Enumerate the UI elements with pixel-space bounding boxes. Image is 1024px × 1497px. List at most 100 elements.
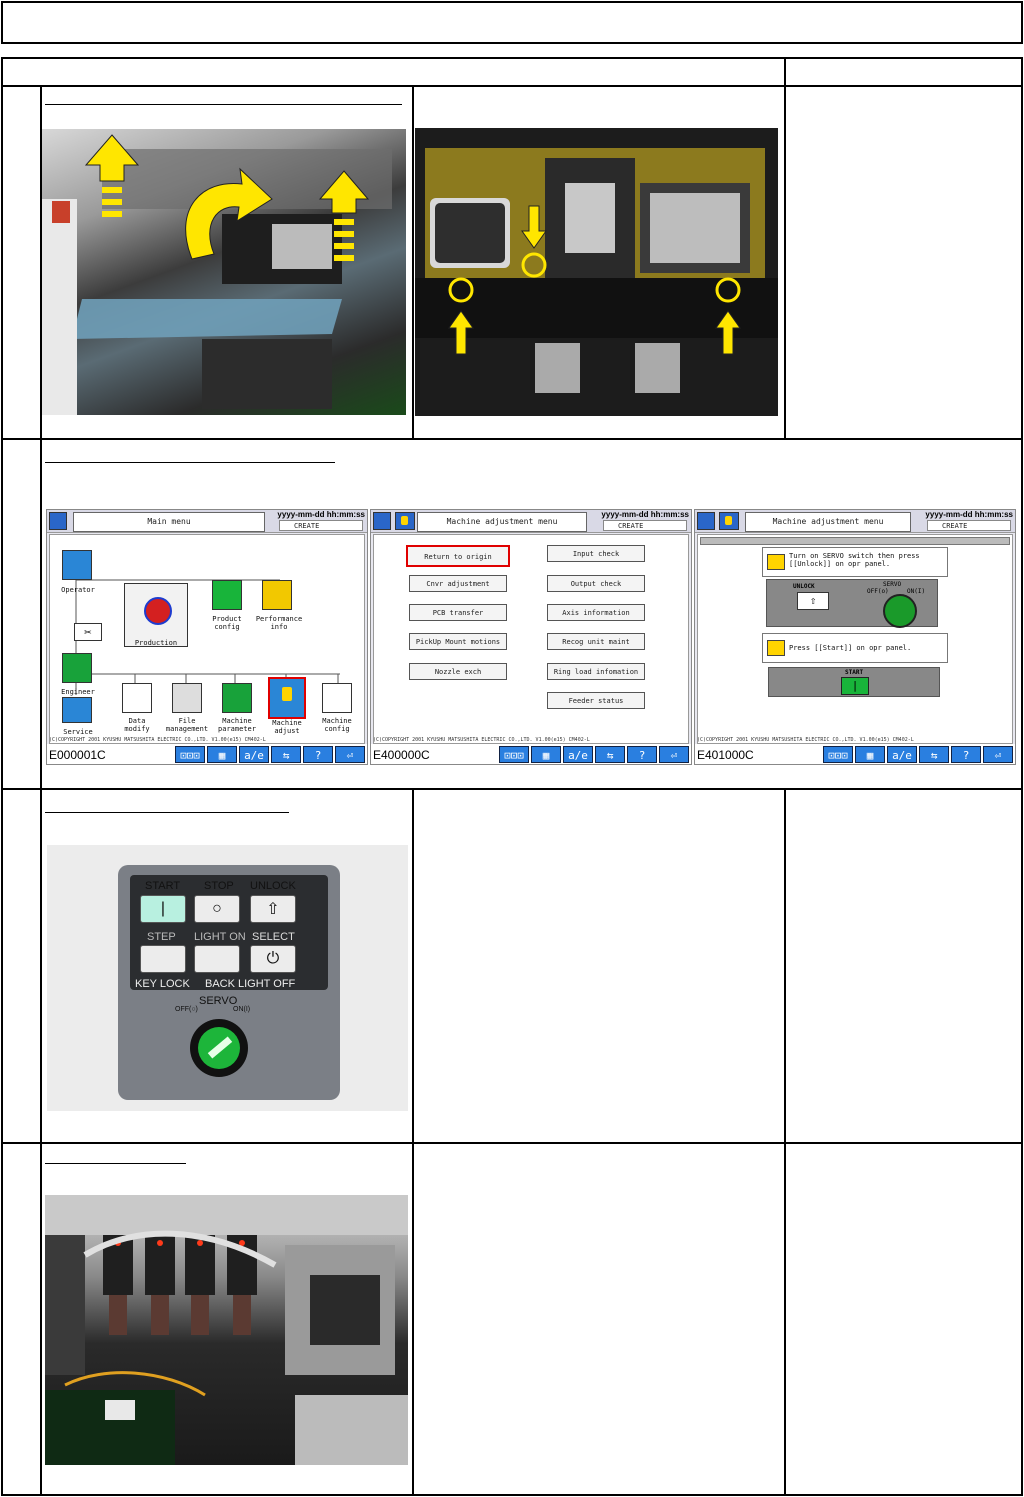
- copyright-text: (C)COPYRIGHT 2001 KYUSHU MATSUSHITA ELEC…: [373, 737, 590, 743]
- row-divider: [1, 85, 1023, 87]
- servo-instruction-text: Turn on SERVO switch then press [[Unlock…: [789, 552, 920, 568]
- start-instruction-box: Press [[Start]] on opr panel.: [762, 633, 948, 663]
- data-modify-icon[interactable]: [122, 683, 152, 713]
- light-on-key[interactable]: [194, 945, 240, 973]
- return-to-origin-button[interactable]: Return to origin: [406, 545, 510, 567]
- unlock-key-icon: ⇧: [797, 592, 829, 610]
- heading-underline: [45, 462, 335, 463]
- production-label: Production: [134, 639, 178, 647]
- fkey-5[interactable]: ?: [627, 746, 657, 763]
- fkey-6[interactable]: ⏎: [335, 746, 365, 763]
- fkey-5[interactable]: ?: [951, 746, 981, 763]
- servo-knob-icon: [883, 594, 917, 628]
- fkey-4[interactable]: ⇆: [595, 746, 625, 763]
- input-check-button[interactable]: Input check: [547, 545, 645, 562]
- cnvr-adjustment-button[interactable]: Cnvr adjustment: [409, 575, 507, 592]
- machine-parameter-label: Machine parameter: [218, 717, 256, 733]
- create-field: CREATE: [279, 520, 363, 531]
- main-menu-screen: Main menu yyyy-mm-dd hh:mm:ss CREATE Ope…: [46, 509, 368, 765]
- row-divider: [1, 1142, 1023, 1144]
- unlock-key[interactable]: ⇧: [250, 895, 296, 923]
- hand-icon: [719, 512, 739, 530]
- screen-code: E401000C: [697, 748, 754, 762]
- engineer-icon[interactable]: [62, 653, 92, 683]
- operator-panel-photo: START STOP UNLOCK | ○ ⇧ STEP LIGHT ON SE…: [47, 845, 408, 1111]
- servo-label: SERVO: [199, 995, 238, 1007]
- axis-information-button[interactable]: Axis information: [547, 604, 645, 621]
- screen-body: Turn on SERVO switch then press [[Unlock…: [697, 534, 1013, 744]
- app-logo-icon: [373, 512, 391, 530]
- start-label: START: [845, 669, 864, 676]
- recog-unit-maint-button[interactable]: Recog unit maint: [547, 633, 645, 650]
- start-key-icon: |: [841, 677, 869, 695]
- col-divider: [784, 789, 786, 1496]
- scissors-icon[interactable]: ✂: [74, 623, 102, 641]
- col-divider: [412, 789, 414, 1496]
- operator-icon[interactable]: [62, 550, 92, 580]
- fkey-4[interactable]: ⇆: [919, 746, 949, 763]
- servo-on-label: ON(I): [233, 1006, 251, 1013]
- fkey-1[interactable]: ⊡⊡⊡: [823, 746, 853, 763]
- create-field: CREATE: [927, 520, 1011, 531]
- col-divider: [784, 86, 786, 439]
- app-logo-icon: [49, 512, 67, 530]
- servo-panel-graphic: UNLOCK ⇧ SERVO OFF(o) ON(I): [766, 579, 938, 628]
- step-key[interactable]: [140, 945, 186, 973]
- fkey-3[interactable]: a/e: [239, 746, 269, 763]
- ring-load-information-button[interactable]: Ring load infomation: [547, 663, 645, 680]
- unlock-label: UNLOCK: [793, 583, 815, 590]
- progress-strip: [700, 537, 1010, 545]
- select-key[interactable]: ⏻: [250, 945, 296, 973]
- machine-config-icon[interactable]: [322, 683, 352, 713]
- servo-instruction-box: Turn on SERVO switch then press [[Unlock…: [762, 547, 948, 577]
- servo-label: SERVO: [883, 581, 902, 588]
- machine-parameter-icon[interactable]: [222, 683, 252, 713]
- pointing-hand-icon: [767, 554, 785, 570]
- unit-bottom-drawing: [415, 148, 778, 393]
- fkey-1[interactable]: ⊡⊡⊡: [499, 746, 529, 763]
- nozzle-exch-button[interactable]: Nozzle exch: [409, 663, 507, 680]
- start-panel-graphic: START |: [768, 667, 940, 697]
- fkey-3[interactable]: a/e: [887, 746, 917, 763]
- file-management-icon[interactable]: [172, 683, 202, 713]
- screen-datetime: yyyy-mm-dd hh:mm:ss: [601, 510, 689, 519]
- hand-icon: [282, 687, 292, 701]
- screen-title: Main menu: [73, 512, 265, 532]
- servo-on-label: ON(I): [907, 588, 926, 595]
- fkey-2[interactable]: ▦: [207, 746, 237, 763]
- pcb-transfer-button[interactable]: PCB transfer: [409, 604, 507, 621]
- fkey-1[interactable]: ⊡⊡⊡: [175, 746, 205, 763]
- start-key-label: START: [145, 880, 181, 892]
- servo-off-label: OFF(o): [867, 588, 889, 595]
- screen-footer: E000001C ⊡⊡⊡ ▦ a/e ⇆ ? ⏎: [47, 744, 367, 764]
- step-key-label: STEP: [147, 931, 176, 943]
- output-check-button[interactable]: Output check: [547, 575, 645, 592]
- fkey-6[interactable]: ⏎: [659, 746, 689, 763]
- copyright-text: (C)COPYRIGHT 2001 KYUSHU MATSUSHITA ELEC…: [697, 737, 914, 743]
- screen-title: Machine adjustment menu: [745, 512, 911, 532]
- stop-key[interactable]: ○: [194, 895, 240, 923]
- service-label: Service: [63, 728, 93, 736]
- head-unit-drawing: [45, 1195, 408, 1465]
- fkey-4[interactable]: ⇆: [271, 746, 301, 763]
- screen-code: E400000C: [373, 748, 430, 762]
- screen-datetime: yyyy-mm-dd hh:mm:ss: [277, 510, 365, 519]
- feeder-status-button[interactable]: Feeder status: [547, 692, 645, 709]
- service-icon[interactable]: [62, 697, 92, 723]
- unit-bottom-photo: [415, 128, 778, 416]
- select-key-label: SELECT: [252, 931, 295, 943]
- pickup-mount-motions-button[interactable]: PickUp Mount motions: [409, 633, 507, 650]
- machine-adjust-label: Machine adjust: [272, 719, 302, 735]
- start-key[interactable]: |: [140, 895, 186, 923]
- fkey-6[interactable]: ⏎: [983, 746, 1013, 763]
- light-on-key-label: LIGHT ON: [194, 931, 246, 943]
- product-config-icon[interactable]: [212, 580, 242, 610]
- fkey-5[interactable]: ?: [303, 746, 333, 763]
- function-keys: ⊡⊡⊡ ▦ a/e ⇆ ? ⏎: [823, 746, 1013, 763]
- function-keys: ⊡⊡⊡ ▦ a/e ⇆ ? ⏎: [175, 746, 365, 763]
- fkey-2[interactable]: ▦: [855, 746, 885, 763]
- performance-info-icon[interactable]: [262, 580, 292, 610]
- fkey-3[interactable]: a/e: [563, 746, 593, 763]
- fkey-2[interactable]: ▦: [531, 746, 561, 763]
- operator-label: Operator: [61, 586, 95, 594]
